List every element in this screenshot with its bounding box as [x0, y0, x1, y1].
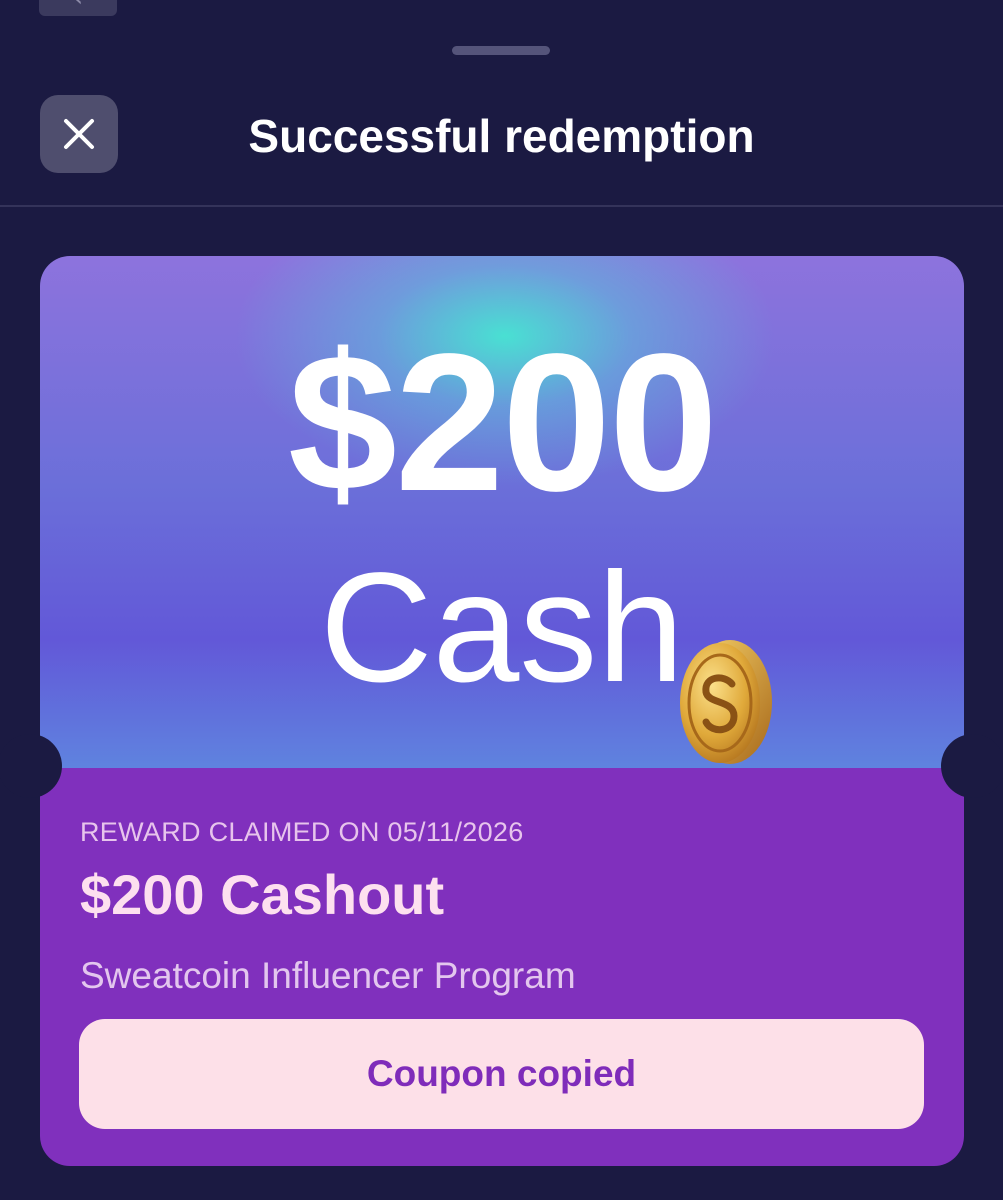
sweatcoin-coin-icon: [680, 640, 772, 764]
page-title: Successful redemption: [248, 110, 755, 162]
reward-details: REWARD CLAIMED ON 05/11/2026 $200 Cashou…: [40, 768, 964, 1166]
reward-program-name: Sweatcoin Influencer Program: [80, 955, 576, 996]
hero-amount: $200: [287, 313, 718, 532]
reward-title: $200 Cashout: [80, 863, 445, 926]
chevron-left-icon: ‹: [73, 0, 83, 13]
claimed-date-label: REWARD CLAIMED ON 05/11/2026: [80, 817, 524, 847]
hero-cash-label: Cash: [319, 541, 685, 715]
sheet-grabber-handle[interactable]: [452, 46, 550, 55]
reward-card: $200 Cash REWARD CLAIMED ON 05/11/2026 $…: [40, 256, 964, 1166]
ticket-notch-right: [941, 734, 1003, 798]
coupon-copied-button[interactable]: Coupon copied: [79, 1019, 924, 1129]
ticket-notch-left: [0, 734, 62, 798]
back-button-behind-sheet[interactable]: ‹: [39, 0, 117, 16]
header-divider: [0, 205, 1003, 207]
reward-hero-banner: $200 Cash: [40, 256, 964, 768]
redemption-sheet: ‹ Successful redemption $200 Cash: [0, 0, 1003, 1200]
